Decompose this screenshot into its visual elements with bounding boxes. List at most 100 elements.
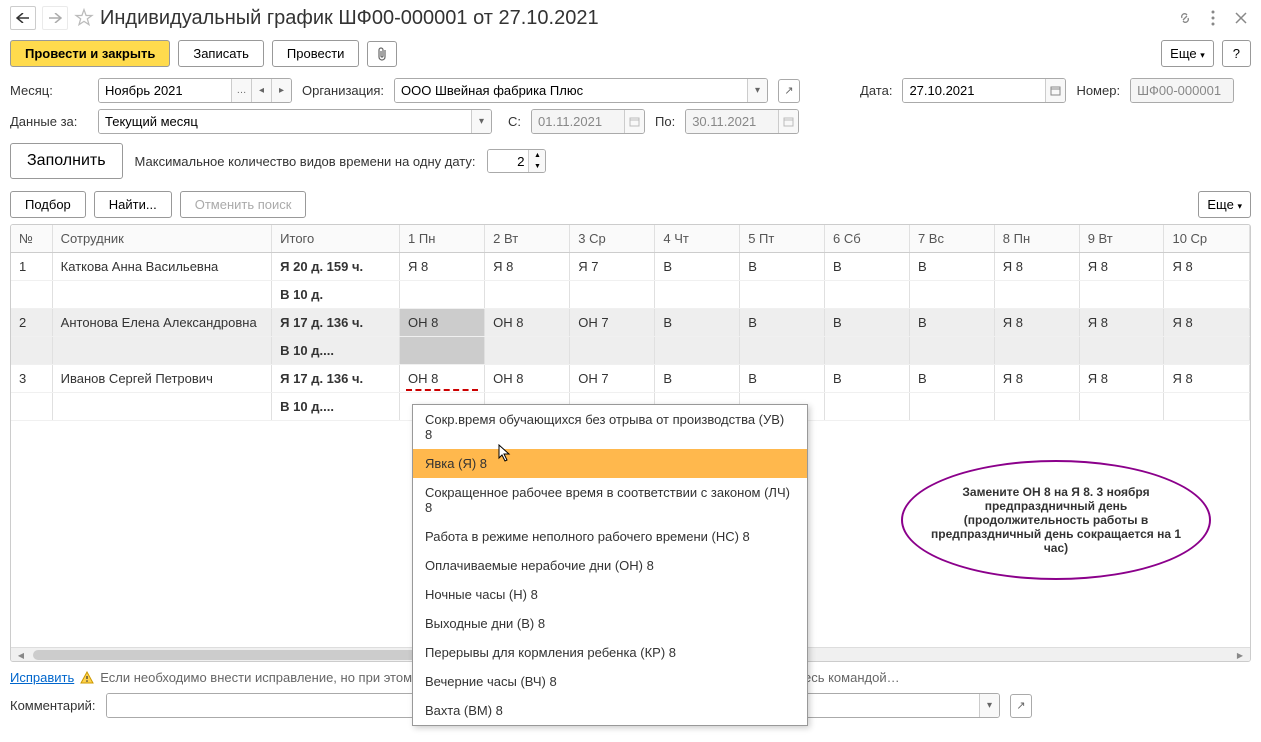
cell-day[interactable] [1164,281,1250,309]
month-select-button[interactable]: … [231,79,251,102]
post-and-close-button[interactable]: Провести и закрыть [10,40,170,67]
table-row[interactable]: 2 Антонова Елена Александровна Я 17 д. 1… [11,309,1250,337]
cell-day[interactable]: Я 8 [1164,309,1250,337]
col-d9[interactable]: 9 Вт [1079,225,1164,253]
col-d5[interactable]: 5 Пт [740,225,825,253]
close-button[interactable] [1231,8,1251,28]
month-input[interactable] [99,79,231,102]
cell-day[interactable]: ОН 8 [400,309,485,337]
cell-day[interactable]: Я 8 [994,365,1079,393]
cell-day[interactable] [1164,393,1250,421]
cell-day[interactable]: В [655,253,740,281]
cell-day[interactable] [400,281,485,309]
org-dropdown-button[interactable]: ▾ [747,79,767,102]
nav-back-button[interactable] [10,6,36,30]
cell-day[interactable]: ОН 8 [485,365,570,393]
cell-day[interactable] [825,281,910,309]
save-button[interactable]: Записать [178,40,264,67]
cell-day[interactable] [994,337,1079,365]
table-row[interactable]: В 10 д.... [11,337,1250,365]
data-for-input[interactable] [99,110,471,133]
cell-day[interactable]: Я 8 [400,253,485,281]
cell-day[interactable]: В [909,309,994,337]
month-prev-button[interactable]: ◂ [251,79,271,102]
cell-day[interactable] [740,337,825,365]
cell-day[interactable]: В [825,365,910,393]
cell-day[interactable]: В [740,365,825,393]
cell-day[interactable]: ОН 7 [570,309,655,337]
dropdown-item[interactable]: Вечерние часы (ВЧ) 8 [413,667,807,696]
col-employee[interactable]: Сотрудник [52,225,272,253]
col-d6[interactable]: 6 Сб [825,225,910,253]
org-input[interactable] [395,79,747,102]
find-button[interactable]: Найти... [94,191,172,218]
cell-day[interactable]: ОН 8 [485,309,570,337]
cell-day[interactable]: Я 8 [1079,309,1164,337]
cell-day[interactable] [570,337,655,365]
link-icon[interactable] [1175,8,1195,28]
cancel-search-button[interactable]: Отменить поиск [180,191,307,218]
cell-day[interactable]: Я 8 [1079,365,1164,393]
col-d1[interactable]: 1 Пн [400,225,485,253]
month-input-group[interactable]: … ◂ ▸ [98,78,292,103]
data-for-dropdown-button[interactable]: ▾ [471,110,491,133]
cell-day[interactable] [1079,281,1164,309]
time-type-dropdown[interactable]: Сокр.время обучающихся без отрыва от про… [412,404,808,726]
cell-day[interactable]: Я 8 [994,309,1079,337]
dropdown-item[interactable]: Выходные дни (В) 8 [413,609,807,638]
date-picker-button[interactable] [1045,79,1065,102]
col-no[interactable]: № [11,225,52,253]
cell-no[interactable]: 2 [11,309,52,337]
cell-day[interactable]: Я 8 [994,253,1079,281]
cell-day[interactable]: В [909,365,994,393]
table-row[interactable]: 1 Каткова Анна Васильевна Я 20 д. 159 ч.… [11,253,1250,281]
fill-button[interactable]: Заполнить [10,143,123,179]
cell-day[interactable]: В [655,365,740,393]
col-total[interactable]: Итого [272,225,400,253]
data-for-select[interactable]: ▾ [98,109,492,134]
cell-total2[interactable]: В 10 д. [272,281,400,309]
table-more-button[interactable]: Еще ▾ [1198,191,1251,218]
cell-day[interactable] [485,337,570,365]
dropdown-item[interactable]: Работа в режиме неполного рабочего време… [413,522,807,551]
cell-day[interactable]: Я 8 [1164,365,1250,393]
col-d4[interactable]: 4 Чт [655,225,740,253]
cell-day[interactable]: В [825,253,910,281]
pick-button[interactable]: Подбор [10,191,86,218]
cell-day[interactable] [825,337,910,365]
cell-day[interactable] [570,281,655,309]
cell-total[interactable]: Я 17 д. 136 ч. [272,365,400,393]
responsible-open-button[interactable]: ↗ [1010,694,1032,718]
max-kinds-input[interactable] [488,150,528,172]
cell-day[interactable]: Я 8 [1079,253,1164,281]
col-d7[interactable]: 7 Вс [909,225,994,253]
fix-link[interactable]: Исправить [10,670,74,685]
cell-day[interactable]: ОН 7 [570,365,655,393]
cell-employee[interactable]: Антонова Елена Александровна [52,309,272,337]
col-d2[interactable]: 2 Вт [485,225,570,253]
spinner-up-button[interactable]: ▲ [529,150,545,161]
cell-employee[interactable]: Каткова Анна Васильевна [52,253,272,281]
post-button[interactable]: Провести [272,40,360,67]
cell-total2[interactable]: В 10 д.... [272,337,400,365]
dropdown-item[interactable]: Вахта (ВМ) 8 [413,696,807,725]
date-input-group[interactable] [902,78,1066,103]
cell-day[interactable]: В [740,309,825,337]
star-icon[interactable] [74,8,94,28]
attach-button[interactable] [367,41,397,67]
table-row[interactable]: 3 Иванов Сергей Петрович Я 17 д. 136 ч.О… [11,365,1250,393]
cell-day[interactable] [740,281,825,309]
cell-day[interactable] [655,281,740,309]
dropdown-item[interactable]: Сокращенное рабочее время в соответствии… [413,478,807,522]
kebab-icon[interactable] [1203,8,1223,28]
cell-day[interactable]: Я 7 [570,253,655,281]
max-kinds-spinner[interactable]: ▲ ▼ [487,149,546,173]
nav-forward-button[interactable] [42,6,68,30]
cell-day[interactable]: Я 8 [1164,253,1250,281]
cell-no[interactable]: 3 [11,365,52,393]
cell-day[interactable]: В [825,309,910,337]
dropdown-item[interactable]: Ночные часы (Н) 8 [413,580,807,609]
cell-day[interactable] [909,281,994,309]
cell-day[interactable]: В [909,253,994,281]
dropdown-item[interactable]: Явка (Я) 8 [413,449,807,478]
